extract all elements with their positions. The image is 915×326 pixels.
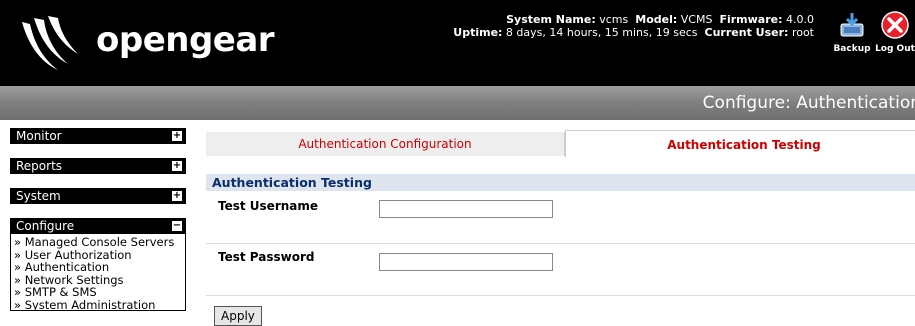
opengear-logo[interactable]: opengear xyxy=(18,14,288,74)
tab-authentication-testing[interactable]: Authentication Testing xyxy=(565,130,915,157)
firmware-label: Firmware: xyxy=(719,13,783,26)
page-title: Configure: Authentication xyxy=(702,93,915,113)
form-row-username: Test Username xyxy=(206,191,915,244)
header-bar: opengear System Name: vcms Model: VCMS F… xyxy=(0,0,915,86)
username-input[interactable] xyxy=(379,200,553,218)
expand-icon[interactable]: + xyxy=(172,191,182,201)
uptime-label: Uptime: xyxy=(453,26,503,39)
sidebar: Monitor + Reports + System + Configure −… xyxy=(10,128,186,311)
configure-submenu: » Managed Console Servers » User Authori… xyxy=(10,234,186,311)
system-name-label: System Name: xyxy=(506,13,596,26)
password-input[interactable] xyxy=(379,253,553,271)
current-user-label: Current User: xyxy=(704,26,789,39)
system-info-line-2: Uptime: 8 days, 14 hours, 15 mins, 19 se… xyxy=(404,26,814,39)
apply-button[interactable]: Apply xyxy=(214,306,262,326)
system-info-line-1: System Name: vcms Model: VCMS Firmware: … xyxy=(404,13,814,26)
sidebar-item-label: Monitor xyxy=(16,129,62,143)
sidebar-item-configure[interactable]: Configure − xyxy=(10,218,186,234)
logout-button[interactable]: Log Out xyxy=(873,10,915,54)
sidebar-item-label: System xyxy=(16,189,61,203)
current-user: root xyxy=(791,26,814,39)
backup-button[interactable]: Backup xyxy=(830,10,874,54)
backup-icon xyxy=(840,13,864,37)
main-content: Authentication Configuration Authenticat… xyxy=(206,128,915,326)
page-title-bar: Configure: Authentication xyxy=(0,86,915,120)
backup-label: Backup xyxy=(833,44,871,54)
form-row-password: Test Password xyxy=(206,244,915,296)
submenu-item-system-administration[interactable]: » System Administration xyxy=(14,297,182,311)
submenu-item-label: System Administration xyxy=(24,297,156,311)
logout-label: Log Out xyxy=(875,44,915,54)
collapse-icon[interactable]: − xyxy=(172,221,182,231)
firmware: 4.0.0 xyxy=(786,13,814,26)
sidebar-item-monitor[interactable]: Monitor + xyxy=(10,128,186,144)
close-icon xyxy=(881,11,909,39)
bullet-icon: » xyxy=(14,297,22,311)
sidebar-item-reports[interactable]: Reports + xyxy=(10,158,186,174)
system-name: vcms xyxy=(599,13,629,26)
expand-icon[interactable]: + xyxy=(172,161,182,171)
logo-text: opengear xyxy=(96,20,275,60)
opengear-logo-mark xyxy=(22,16,78,70)
uptime: 8 days, 14 hours, 15 mins, 19 secs xyxy=(505,26,698,39)
sidebar-item-label: Configure xyxy=(16,219,75,233)
model-label: Model: xyxy=(635,13,678,26)
password-label: Test Password xyxy=(218,250,315,264)
tab-authentication-configuration[interactable]: Authentication Configuration xyxy=(206,132,565,156)
section-header: Authentication Testing xyxy=(206,174,915,191)
expand-icon[interactable]: + xyxy=(172,131,182,141)
model: VCMS xyxy=(680,13,713,26)
system-info: System Name: vcms Model: VCMS Firmware: … xyxy=(404,13,814,39)
tab-bar: Authentication Configuration Authenticat… xyxy=(206,128,915,157)
sidebar-item-label: Reports xyxy=(16,159,63,173)
username-label: Test Username xyxy=(218,199,319,213)
sidebar-item-system[interactable]: System + xyxy=(10,188,186,204)
